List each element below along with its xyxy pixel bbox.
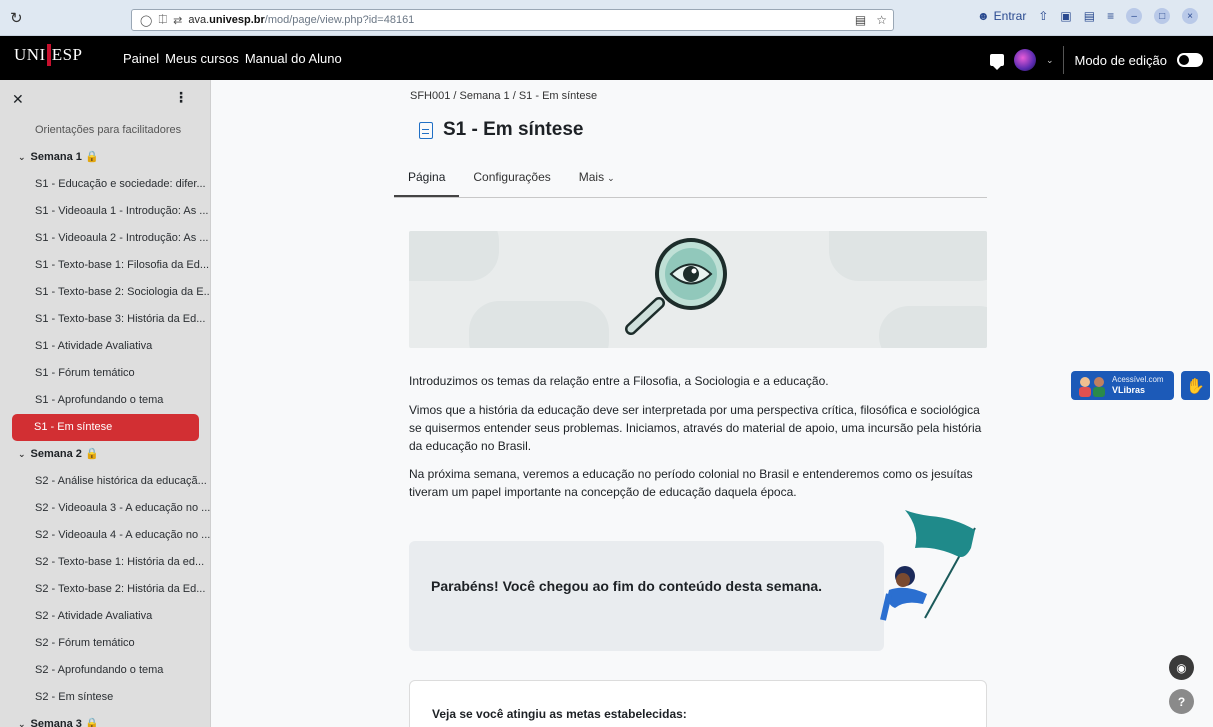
tab-pagina[interactable]: Página [394, 160, 460, 197]
drawer-item-orientacoes[interactable]: Orientações para facilitadores [0, 117, 210, 144]
edit-mode-label: Modo de edição [1074, 52, 1167, 68]
browser-toolbar: ↻ ◯ ⎅ ⇄ ava.univesp.br/mod/page/view.php… [0, 0, 1213, 36]
tab-mais[interactable]: Mais ⌄ [565, 160, 629, 197]
sign-language-hand-icon[interactable]: ✋ [1181, 371, 1210, 400]
drawer-item[interactable]: S2 - Atividade Avaliativa [0, 603, 210, 630]
chevron-down-icon[interactable]: ⌄ [1046, 55, 1054, 66]
section-semana-2[interactable]: ⌄ Semana 2 🔒 [0, 441, 210, 468]
messages-icon[interactable] [989, 54, 1004, 70]
account-icon: ☻ [977, 9, 990, 23]
tab-label: Mais [578, 170, 605, 184]
signin-label: Entrar [993, 9, 1027, 23]
drawer-item[interactable]: S2 - Videoaula 3 - A educação no ... [0, 495, 210, 522]
secondary-nav: Página Configurações Mais ⌄ [394, 160, 987, 198]
drawer-item[interactable]: S2 - Em síntese [0, 684, 210, 711]
chevron-down-icon[interactable]: ⌄ [18, 711, 26, 727]
drawer-item[interactable]: S1 - Videoaula 1 - Introdução: As ... [0, 198, 210, 225]
section-title: Semana 2 [30, 448, 82, 460]
lock-icon[interactable]: ⎅ [158, 14, 167, 27]
section-semana-3[interactable]: ⌄ Semana 3 🔒 [0, 711, 210, 727]
lock-icon: 🔒 [84, 718, 99, 727]
reload-icon[interactable]: ↻ [10, 9, 23, 27]
permissions-icon[interactable]: ⇄ [173, 14, 182, 27]
breadcrumb[interactable]: SFH001 / Semana 1 / S1 - Em síntese [410, 90, 597, 102]
logo-text-right: ESP [51, 45, 83, 64]
drawer-item[interactable]: S1 - Educação e sociedade: difer... [0, 171, 210, 198]
chevron-down-icon[interactable]: ⌄ [18, 441, 26, 468]
logo-text-left: UNI [14, 45, 46, 64]
section-semana-1[interactable]: ⌄ Semana 1 🔒 [0, 144, 210, 171]
goals-box: Veja se você atingiu as metas estabeleci… [409, 680, 987, 727]
page-title-text: S1 - Em síntese [443, 119, 584, 140]
drawer-item[interactable]: S2 - Texto-base 2: História da Ed... [0, 576, 210, 603]
section-title: Semana 3 [30, 718, 82, 727]
page-document-icon [419, 121, 433, 139]
drawer-item[interactable]: S2 - Videoaula 4 - A educação no ... [0, 522, 210, 549]
bookmark-star-icon[interactable]: ☆ [876, 13, 887, 27]
lock-icon: 🔒 [84, 151, 99, 163]
more-options-icon[interactable]: ⋮ [174, 89, 188, 106]
vlibras-line1: Acessível.com [1112, 375, 1164, 384]
section-title: Semana 1 [30, 151, 82, 163]
main-content: SFH001 / Semana 1 / S1 - Em síntese S1 -… [211, 80, 1213, 727]
signin-button[interactable]: ☻ Entrar [977, 9, 1026, 23]
drawer-item[interactable]: S1 - Texto-base 3: História da Ed... [0, 306, 210, 333]
congrats-box: Parabéns! Você chegou ao fim do conteúdo… [409, 541, 884, 651]
container-icon[interactable]: ▣ [1060, 9, 1071, 23]
close-drawer-icon[interactable]: ✕ [12, 91, 24, 108]
logo-v-mark [46, 44, 51, 66]
sidebar-icon[interactable]: ▤ [1084, 9, 1095, 23]
vlibras-avatars-icon [1079, 377, 1105, 397]
help-button[interactable]: ? [1169, 689, 1194, 714]
tab-label: Configurações [473, 170, 551, 184]
shield-icon[interactable]: ◯ [140, 14, 152, 27]
congrats-text: Parabéns! Você chegou ao fim do conteúdo… [431, 578, 823, 594]
maximize-icon[interactable]: □ [1154, 8, 1171, 24]
goals-text: Veja se você atingiu as metas estabeleci… [432, 707, 687, 721]
navbar-divider [1063, 46, 1065, 74]
reader-view-icon[interactable]: ▤ [855, 13, 866, 27]
page-title: S1 - Em síntese [419, 119, 583, 141]
url-host: ava.univesp.br [188, 14, 265, 26]
drawer-item-active[interactable]: S1 - Em síntese [12, 414, 199, 441]
nav-meus-cursos[interactable]: Meus cursos [165, 51, 239, 66]
magnifier-eye-icon [625, 238, 727, 335]
address-bar[interactable]: ◯ ⎅ ⇄ ava.univesp.br/mod/page/view.php?i… [131, 9, 894, 31]
drawer-item[interactable]: S2 - Fórum temático [0, 630, 210, 657]
paragraph: Vimos que a história da educação deve se… [409, 403, 982, 453]
flag-person-illustration [880, 510, 976, 621]
drawer-item[interactable]: S1 - Videoaula 2 - Introdução: As ... [0, 225, 210, 252]
vlibras-line2: VLibras [1112, 385, 1146, 395]
paragraph: Introduzimos os temas da relação entre a… [409, 374, 829, 388]
drawer-item[interactable]: S1 - Texto-base 2: Sociologia da E... [0, 279, 210, 306]
close-window-icon[interactable]: × [1182, 8, 1199, 24]
menu-icon[interactable]: ≡ [1107, 9, 1114, 23]
minimize-icon[interactable]: – [1126, 8, 1143, 24]
drawer-item[interactable]: S2 - Aprofundando o tema [0, 657, 210, 684]
drawer-item[interactable]: S1 - Texto-base 1: Filosofia da Ed... [0, 252, 210, 279]
accessibility-icon[interactable]: ◉ [1169, 655, 1194, 680]
lock-icon: 🔒 [84, 448, 99, 460]
course-index-drawer: ✕ ⋮ Orientações para facilitadores ⌄ Sema… [0, 80, 211, 727]
chevron-down-icon[interactable]: ⌄ [18, 144, 26, 171]
drawer-item[interactable]: S1 - Fórum temático [0, 360, 210, 387]
banner-image [409, 231, 987, 348]
paragraph: Na próxima semana, veremos a educação no… [409, 467, 973, 499]
chevron-down-icon: ⌄ [607, 173, 615, 183]
edit-mode-toggle[interactable] [1177, 53, 1203, 67]
tab-configuracoes[interactable]: Configurações [459, 160, 564, 197]
tab-label: Página [408, 170, 446, 184]
share-icon[interactable]: ⇧ [1038, 9, 1048, 23]
vlibras-widget[interactable]: Acessível.com VLibras [1071, 371, 1174, 400]
univesp-logo[interactable]: UNI ESP [14, 44, 83, 66]
drawer-item[interactable]: S1 - Atividade Avaliativa [0, 333, 210, 360]
nav-painel[interactable]: Painel [123, 51, 159, 66]
drawer-item[interactable]: S2 - Análise histórica da educaçã... [0, 468, 210, 495]
avatar[interactable] [1013, 49, 1036, 71]
url-path: /mod/page/view.php?id=48161 [264, 14, 415, 26]
drawer-item[interactable]: S2 - Texto-base 1: História da ed... [0, 549, 210, 576]
site-navbar: UNI ESP Painel Meus cursos Manual do Alun… [0, 36, 1213, 80]
drawer-item[interactable]: S1 - Aprofundando o tema [0, 387, 210, 414]
nav-manual-aluno[interactable]: Manual do Aluno [245, 51, 342, 66]
